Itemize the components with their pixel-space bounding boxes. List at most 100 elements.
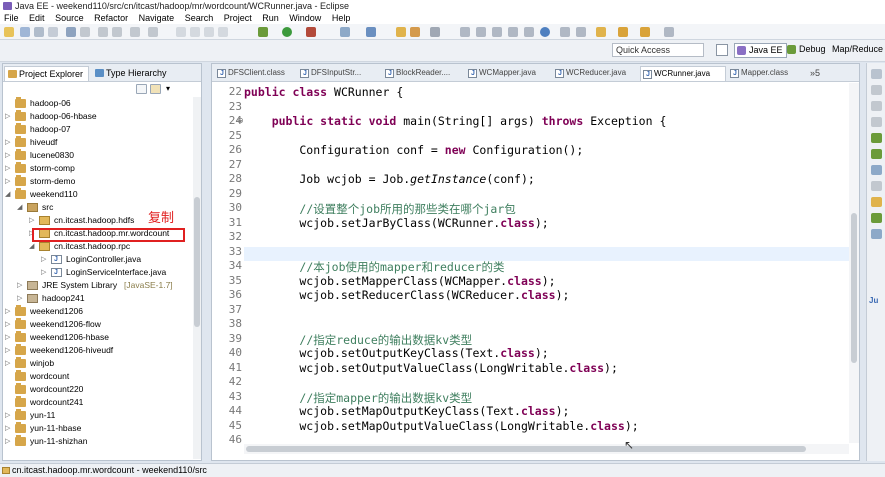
toggle-icon[interactable]: [508, 27, 518, 37]
tree-item[interactable]: ▷ weekend1206-flow: [3, 318, 191, 331]
open-task-icon[interactable]: [410, 27, 420, 37]
view-icon[interactable]: [871, 117, 882, 127]
view-icon[interactable]: [871, 181, 882, 191]
menu-run[interactable]: Run: [258, 12, 283, 24]
tool-icon[interactable]: [130, 27, 140, 37]
forward-icon[interactable]: [664, 27, 674, 37]
annotation-icon[interactable]: [460, 27, 470, 37]
scrollbar-thumb[interactable]: [194, 197, 200, 327]
new-server-icon[interactable]: [340, 27, 350, 37]
expand-arrow-icon[interactable]: ▷: [29, 214, 37, 227]
save-icon[interactable]: [20, 27, 30, 37]
collapse-arrow-icon[interactable]: ◢: [17, 201, 25, 214]
expand-arrow-icon[interactable]: ▷: [5, 422, 13, 435]
tree-item[interactable]: ▷ storm-comp: [3, 162, 191, 175]
editor-horizontal-scrollbar[interactable]: [244, 444, 849, 454]
code-line[interactable]: wcjob.setOutputKeyClass(Text.class);: [244, 346, 849, 360]
tree-item[interactable]: wordcount241: [3, 396, 191, 409]
view-menu-icon[interactable]: ▾: [166, 84, 177, 94]
code-line[interactable]: wcjob.setOutputValueClass(LongWritable.c…: [244, 361, 849, 375]
tree-item[interactable]: ▷ weekend1206-hiveudf: [3, 344, 191, 357]
fold-collapse-icon[interactable]: ⊖: [237, 116, 244, 125]
quick-access-input[interactable]: Quick Access: [612, 43, 704, 57]
menu-file[interactable]: File: [0, 12, 23, 24]
toggle-icon[interactable]: [476, 27, 486, 37]
step-icon[interactable]: [218, 27, 228, 37]
menu-help[interactable]: Help: [328, 12, 355, 24]
save-all-icon[interactable]: [34, 27, 44, 37]
tree-item[interactable]: ▷ yun-11: [3, 409, 191, 422]
code-line[interactable]: wcjob.setJarByClass(WCRunner.class);: [244, 216, 849, 230]
tree-item[interactable]: wordcount: [3, 370, 191, 383]
tab-wcreducer[interactable]: WCReducer.java: [553, 66, 638, 81]
last-edit-icon[interactable]: [596, 27, 606, 37]
editor-vertical-scrollbar[interactable]: [849, 83, 859, 443]
suspend-icon[interactable]: [190, 27, 200, 37]
expand-arrow-icon[interactable]: ▷: [5, 409, 13, 422]
tree-item[interactable]: ▷ hadoop-06-hbase: [3, 110, 191, 123]
perspective-map-reduce[interactable]: Map/Reduce: [818, 43, 885, 58]
console-icon[interactable]: [871, 165, 882, 175]
tree-item[interactable]: ▷ hadoop241: [3, 292, 191, 305]
tab-dfsclient[interactable]: DFSClient.class: [215, 66, 293, 81]
expand-arrow-icon[interactable]: ▷: [5, 331, 13, 344]
tree-item[interactable]: ▷ JRE System Library [JavaSE-1.7]: [3, 279, 191, 292]
expand-arrow-icon[interactable]: ▷: [17, 279, 25, 292]
tree-item[interactable]: ▷ lucene0830: [3, 149, 191, 162]
code-line[interactable]: Configuration conf = new Configuration()…: [244, 143, 849, 157]
tree-item[interactable]: ▷ winjob: [3, 357, 191, 370]
expand-arrow-icon[interactable]: ▷: [5, 110, 13, 123]
expand-arrow-icon[interactable]: ▷: [5, 162, 13, 175]
collapse-arrow-icon[interactable]: ◢: [5, 188, 13, 201]
expand-arrow-icon[interactable]: ▷: [5, 305, 13, 318]
tree-item[interactable]: hadoop-06: [3, 97, 191, 110]
tool-icon[interactable]: [148, 27, 158, 37]
new-class-icon[interactable]: [366, 27, 376, 37]
debug-icon[interactable]: [258, 27, 268, 37]
menu-window[interactable]: Window: [285, 12, 325, 24]
servers-icon[interactable]: [871, 149, 882, 159]
code-line[interactable]: wcjob.setMapOutputKeyClass(Text.class);: [244, 404, 849, 418]
menu-source[interactable]: Source: [51, 12, 88, 24]
new-icon[interactable]: [4, 27, 14, 37]
scrollbar-thumb[interactable]: [246, 446, 806, 452]
open-type-icon[interactable]: [396, 27, 406, 37]
menu-project[interactable]: Project: [220, 12, 256, 24]
search-icon[interactable]: [430, 27, 440, 37]
expand-arrow-icon[interactable]: ▷: [5, 318, 13, 331]
outline-icon[interactable]: [871, 85, 882, 95]
menu-search[interactable]: Search: [181, 12, 218, 24]
code-line[interactable]: wcjob.setMapOutputValueClass(LongWritabl…: [244, 419, 849, 433]
prev-annotation-icon[interactable]: [576, 27, 586, 37]
resume-icon[interactable]: [176, 27, 186, 37]
tree-item[interactable]: wordcount220: [3, 383, 191, 396]
expand-arrow-icon[interactable]: ▷: [5, 344, 13, 357]
back-icon[interactable]: [618, 27, 628, 37]
expand-arrow-icon[interactable]: ▷: [41, 253, 49, 266]
code-area[interactable]: public class WCRunner { public static vo…: [244, 83, 849, 443]
run-icon[interactable]: [282, 27, 292, 37]
menu-edit[interactable]: Edit: [25, 12, 49, 24]
globe-icon[interactable]: [540, 27, 550, 37]
tree-item[interactable]: ◢ weekend110: [3, 188, 191, 201]
view-icon[interactable]: [871, 197, 882, 207]
tab-mapper-class[interactable]: Mapper.class: [728, 66, 806, 81]
tree-item[interactable]: ▷ weekend1206: [3, 305, 191, 318]
tree-item[interactable]: ▷ yun-11-shizhan: [3, 435, 191, 448]
expand-arrow-icon[interactable]: ▷: [41, 266, 49, 279]
tool-icon[interactable]: [80, 27, 90, 37]
toggle-icon[interactable]: [524, 27, 534, 37]
code-line[interactable]: public class WCRunner {: [244, 85, 849, 99]
code-line[interactable]: wcjob.setReducerClass(WCReducer.class);: [244, 288, 849, 302]
tool-icon[interactable]: [112, 27, 122, 37]
tab-project-explorer[interactable]: Project Explorer: [4, 66, 89, 81]
tab-wcmapper[interactable]: WCMapper.java: [466, 66, 550, 81]
tree-item[interactable]: ▷ yun-11-hbase: [3, 422, 191, 435]
expand-arrow-icon[interactable]: ▷: [5, 435, 13, 448]
collapse-all-icon[interactable]: [136, 84, 147, 94]
maximize-icon[interactable]: [871, 69, 882, 79]
code-line[interactable]: public static void main(String[] args) t…: [244, 114, 849, 128]
menu-navigate[interactable]: Navigate: [135, 12, 179, 24]
view-icon[interactable]: [871, 229, 882, 239]
tree-item[interactable]: ▷ LoginServiceInterface.java: [3, 266, 191, 279]
